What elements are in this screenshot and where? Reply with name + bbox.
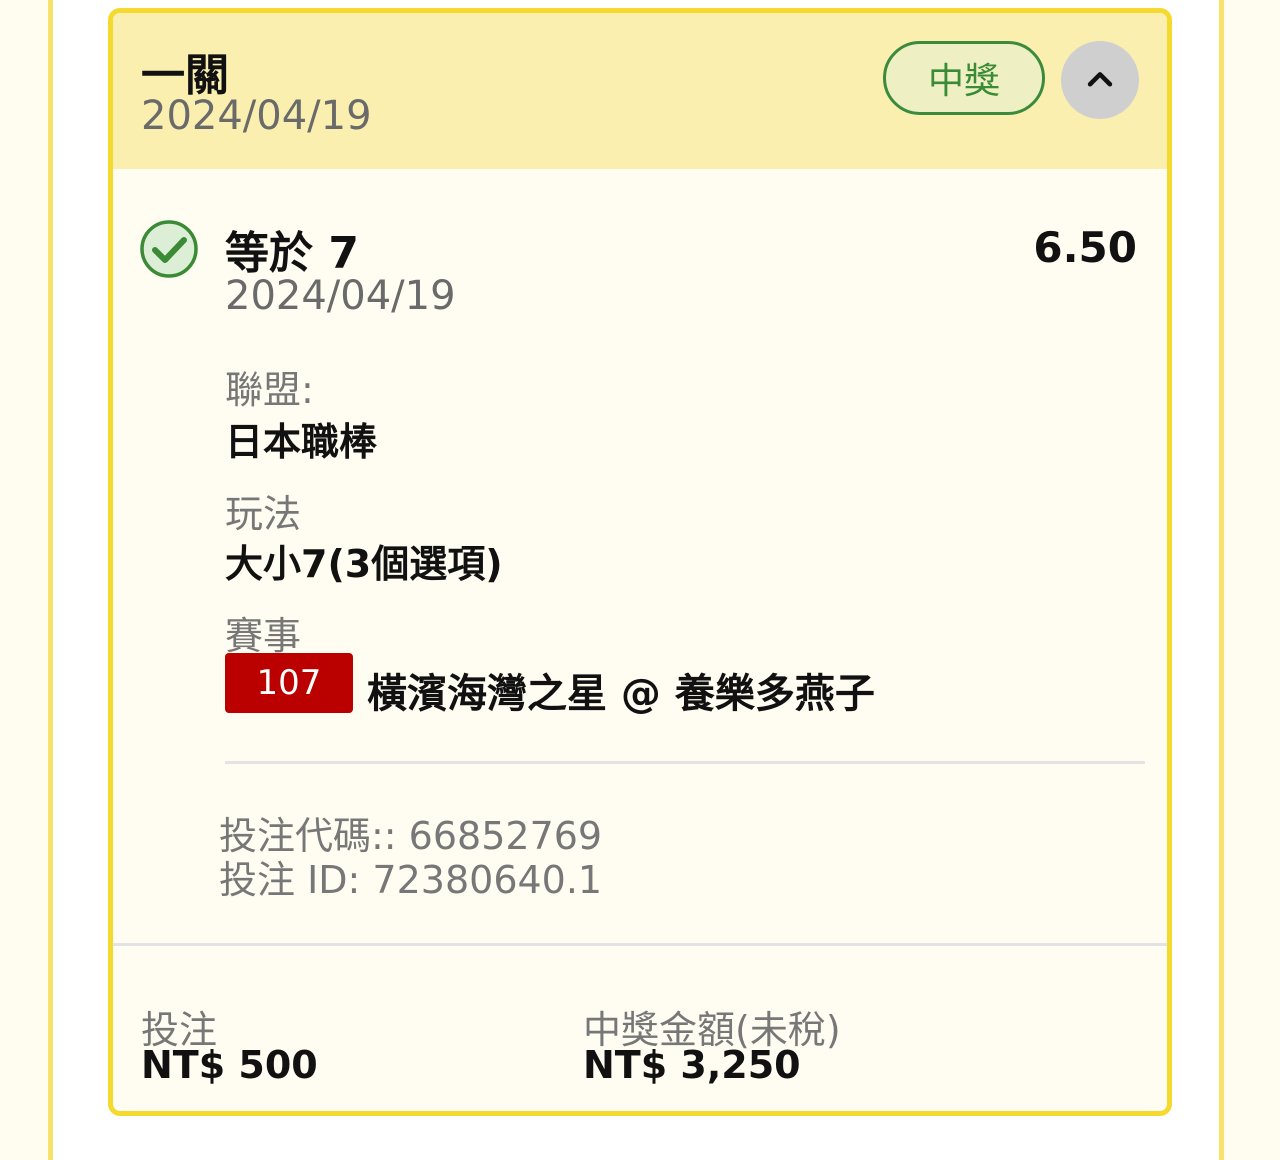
bet-card-header[interactable]: 一關 2024/04/19 中獎: [113, 13, 1167, 169]
footer-divider: [113, 943, 1167, 946]
event-name: 橫濱海灣之星 @ 養樂多燕子: [367, 671, 875, 717]
payout-value: NT$ 3,250: [583, 1043, 801, 1087]
league-label: 聯盟:: [225, 368, 314, 412]
market-label: 玩法: [225, 492, 302, 536]
check-circle-icon: [140, 220, 198, 278]
bet-id: 投注 ID: 72380640.1: [219, 858, 603, 902]
event-number-badge: 107: [225, 653, 353, 713]
league-value: 日本職棒: [225, 420, 378, 464]
event-label: 賽事: [225, 614, 302, 658]
selection-date: 2024/04/19: [225, 273, 456, 319]
bet-date: 2024/04/19: [141, 93, 372, 139]
market-value: 大小7(3個選項): [225, 542, 503, 586]
stake-value: NT$ 500: [141, 1043, 318, 1087]
chevron-up-icon: [1087, 72, 1113, 87]
selection-odds: 6.50: [1033, 223, 1137, 272]
section-divider: [225, 761, 1145, 764]
selection-title: 等於 7: [225, 228, 359, 279]
bet-card: 一關 2024/04/19 中獎 等於 7 6.50 2024/04/19 聯盟…: [108, 8, 1172, 1116]
status-badge: 中獎: [883, 41, 1045, 115]
collapse-button[interactable]: [1061, 41, 1139, 119]
